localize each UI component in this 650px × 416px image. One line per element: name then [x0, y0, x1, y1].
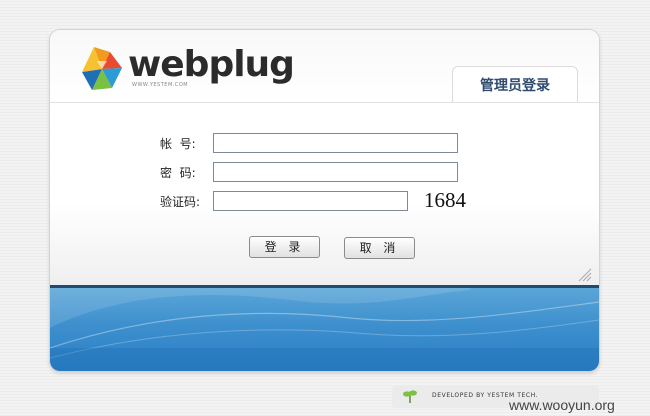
password-label: 密 码: — [160, 166, 196, 180]
captcha-input[interactable] — [213, 191, 408, 211]
account-row: 帐 号: — [50, 133, 599, 153]
brand-name: webplug — [128, 44, 295, 85]
watermark-text: www.wooyun.org — [509, 397, 615, 413]
login-form: 帐 号: 密 码: 验证码: 1684 登 录 取 消 — [50, 103, 599, 285]
panel-header: webplug WWW.YESTEM.COM 管理员登录 — [50, 30, 599, 104]
resize-grip-icon — [578, 268, 592, 282]
captcha-code[interactable]: 1684 — [424, 188, 466, 213]
tab-admin-login[interactable]: 管理员登录 — [452, 66, 578, 104]
login-panel: webplug WWW.YESTEM.COM 管理员登录 帐 号: 密 码: 验… — [50, 30, 599, 371]
water-banner — [50, 288, 599, 371]
account-label: 帐 号: — [160, 137, 196, 151]
account-input[interactable] — [213, 133, 458, 153]
password-input[interactable] — [213, 162, 458, 182]
captcha-row: 验证码: 1684 — [50, 188, 599, 213]
captcha-label: 验证码: — [160, 195, 201, 209]
wave-decoration-icon — [50, 288, 599, 371]
cancel-button[interactable]: 取 消 — [344, 237, 415, 259]
login-button[interactable]: 登 录 — [249, 236, 320, 258]
brand-subtitle: WWW.YESTEM.COM — [132, 82, 189, 88]
pinwheel-logo-icon — [82, 47, 122, 90]
password-row: 密 码: — [50, 162, 599, 182]
sprout-icon — [403, 390, 417, 403]
